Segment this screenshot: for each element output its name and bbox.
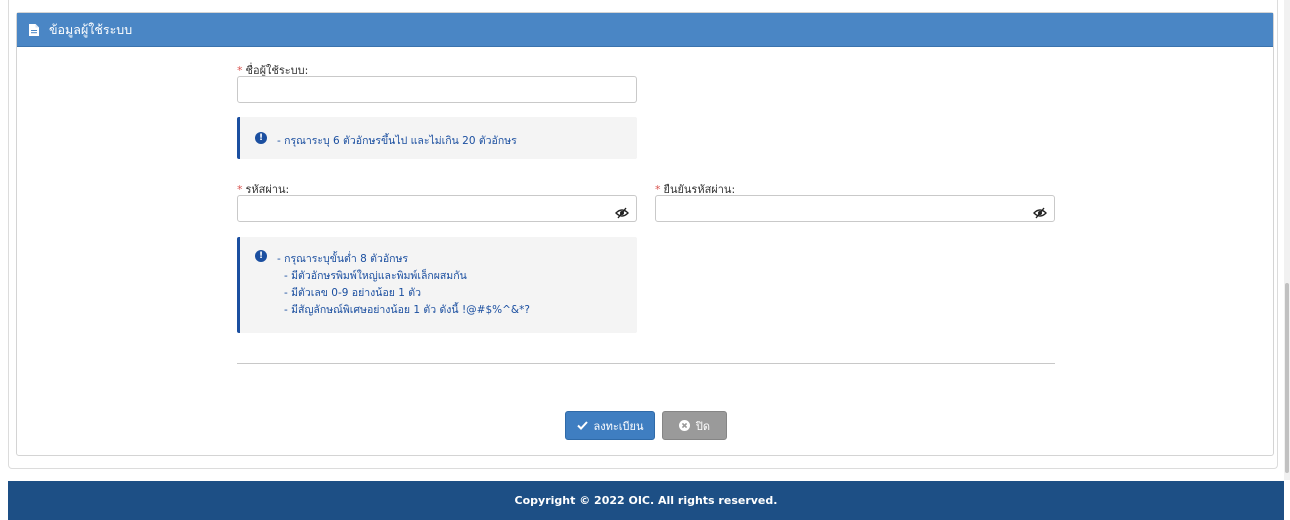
close-button-label: ปิด xyxy=(695,419,711,433)
register-button-label: ลงทะเบียน xyxy=(593,419,644,433)
footer: Copyright © 2022 OIC. All rights reserve… xyxy=(8,481,1284,520)
info-circle-icon: ! xyxy=(255,250,267,262)
username-input[interactable] xyxy=(237,76,637,103)
info-circle-icon: ! xyxy=(255,132,267,144)
panel-title: ข้อมูลผู้ใช้ระบบ xyxy=(49,21,133,37)
password-info-line: - กรุณาระบุขั้นต่ำ 8 ตัวอักษร xyxy=(277,253,409,265)
check-icon xyxy=(576,421,588,430)
close-button[interactable]: ปิด xyxy=(662,411,727,440)
user-info-panel: ข้อมูลผู้ใช้ระบบ xyxy=(16,12,1274,456)
register-button[interactable]: ลงทะเบียน xyxy=(565,411,655,440)
panel-header: ข้อมูลผู้ใช้ระบบ xyxy=(17,13,1273,47)
form-divider xyxy=(237,363,1055,364)
scrollbar-thumb[interactable] xyxy=(1285,283,1289,473)
document-icon xyxy=(29,23,39,36)
copyright-text: Copyright © 2022 OIC. All rights reserve… xyxy=(514,494,778,507)
eye-slash-icon[interactable] xyxy=(615,204,629,219)
times-circle-icon xyxy=(678,420,690,431)
password-info-line: - มีตัวอักษรพิมพ์ใหญ่และพิมพ์เล็กผสมกัน xyxy=(284,270,467,282)
username-info-box: ! - กรุณาระบุ 6 ตัวอักษรขึ้นไป และไม่เกิ… xyxy=(237,117,637,159)
eye-slash-icon[interactable] xyxy=(1033,204,1047,219)
password-info-line: - มีตัวเลข 0-9 อย่างน้อย 1 ตัว xyxy=(284,287,421,299)
confirm-password-input[interactable] xyxy=(655,195,1055,222)
password-info-box: ! - กรุณาระบุขั้นต่ำ 8 ตัวอักษร - มีตัวอ… xyxy=(237,237,637,333)
password-info-line: - มีสัญลักษณ์พิเศษอย่างน้อย 1 ตัว ดังนี้… xyxy=(284,304,530,316)
password-input[interactable] xyxy=(237,195,637,222)
username-info-line: - กรุณาระบุ 6 ตัวอักษรขึ้นไป และไม่เกิน … xyxy=(277,135,517,147)
